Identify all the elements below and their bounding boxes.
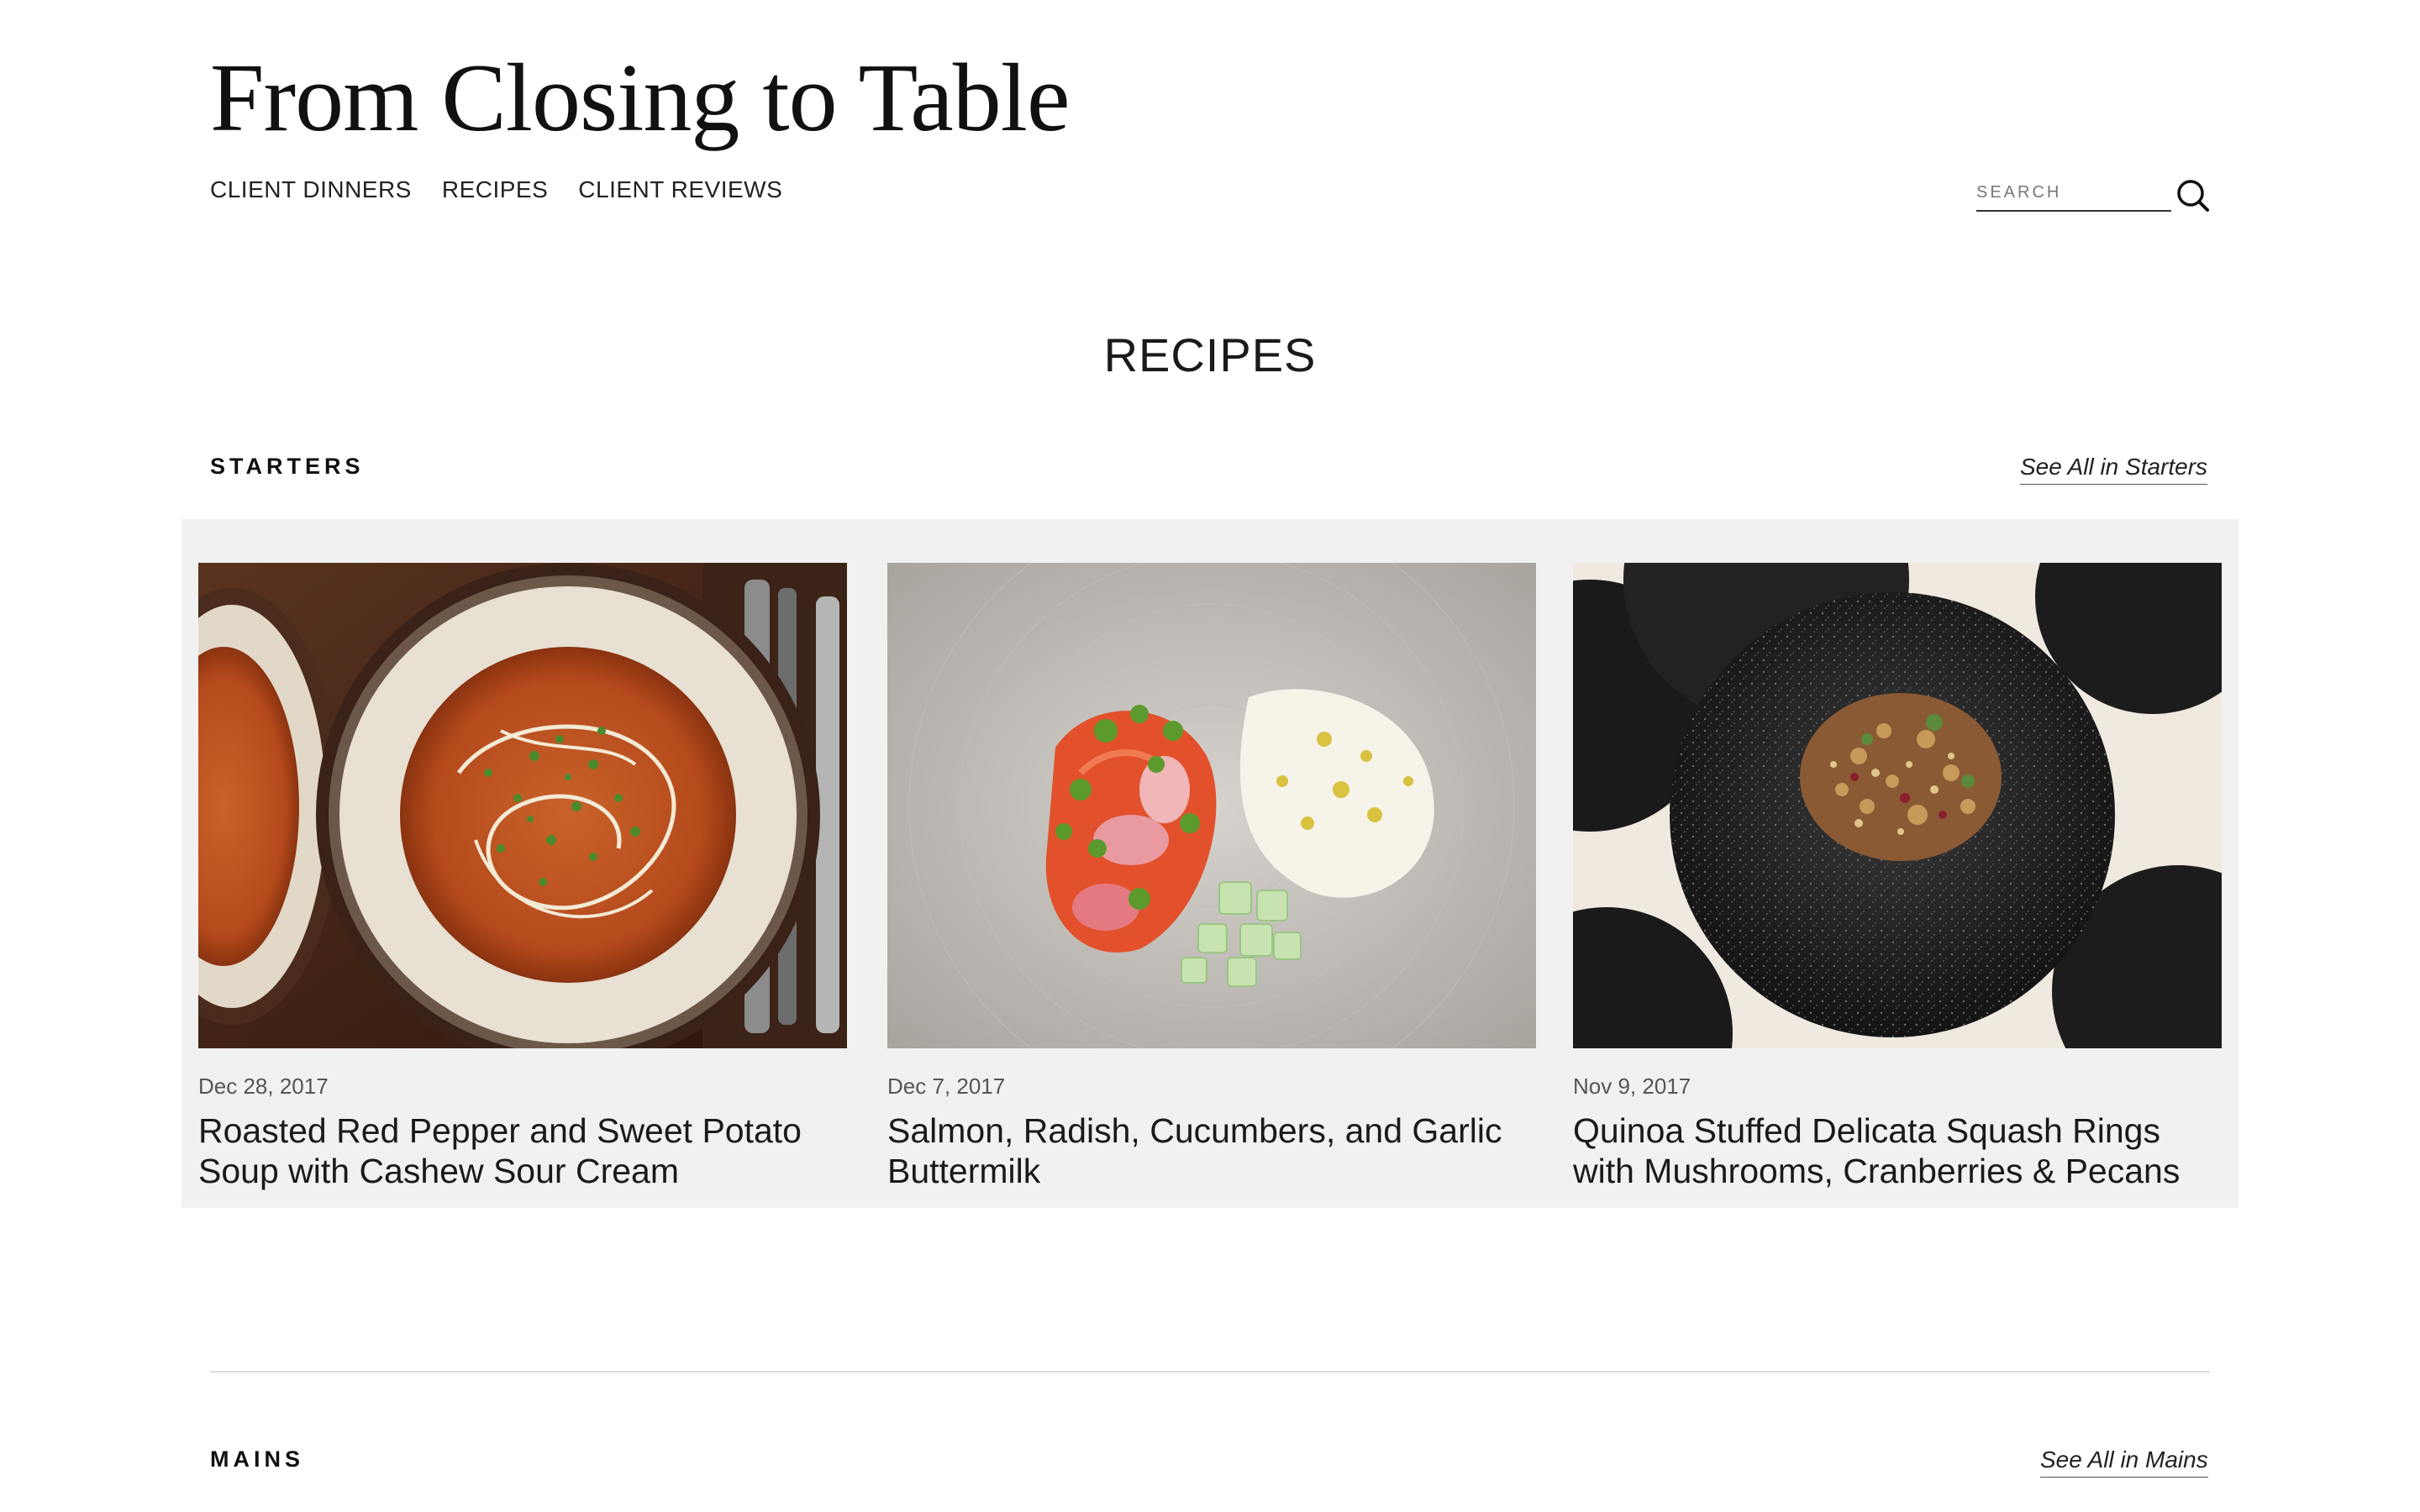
nav-item-client-reviews[interactable]: CLIENT REVIEWS	[578, 176, 782, 203]
recipe-card[interactable]: Dec 28, 2017 Roasted Red Pepper and Swee…	[198, 563, 847, 1191]
section-label-starters: STARTERS	[210, 454, 365, 479]
search-input[interactable]	[1976, 175, 2171, 212]
recipe-title[interactable]: Salmon, Radish, Cucumbers, and Garlic Bu…	[887, 1110, 1536, 1191]
recipes-page: From Closing to Table CLIENT DINNERS REC…	[0, 0, 2420, 1512]
nav-item-recipes[interactable]: RECIPES	[442, 176, 548, 203]
recipe-card[interactable]: Dec 7, 2017 Salmon, Radish, Cucumbers, a…	[887, 563, 1536, 1191]
recipe-image-soup[interactable]	[198, 563, 847, 1048]
page-title: RECIPES	[1103, 328, 1317, 381]
search-icon[interactable]	[2175, 178, 2212, 215]
recipe-image-quinoa[interactable]	[1573, 563, 2222, 1048]
nav-item-client-dinners[interactable]: CLIENT DINNERS	[210, 176, 412, 203]
site-title[interactable]: From Closing to Table	[210, 40, 1070, 157]
recipe-date: Dec 7, 2017	[887, 1074, 1006, 1099]
recipe-image-salmon[interactable]	[887, 563, 1536, 1048]
see-all-mains-link[interactable]: See All in Mains	[2040, 1446, 2208, 1478]
search-bar	[1976, 175, 2212, 212]
recipe-date: Nov 9, 2017	[1573, 1074, 1691, 1099]
recipe-date: Dec 28, 2017	[198, 1074, 329, 1099]
starters-panel: Dec 28, 2017 Roasted Red Pepper and Swee…	[182, 519, 2238, 1208]
recipe-card[interactable]: Nov 9, 2017 Quinoa Stuffed Delicata Squa…	[1573, 563, 2222, 1191]
recipe-title[interactable]: Quinoa Stuffed Delicata Squash Rings wit…	[1573, 1110, 2222, 1191]
see-all-starters-link[interactable]: See All in Starters	[2020, 454, 2208, 485]
section-label-mains: MAINS	[210, 1446, 304, 1472]
recipe-title[interactable]: Roasted Red Pepper and Sweet Potato Soup…	[198, 1110, 847, 1191]
section-divider	[210, 1371, 2210, 1373]
main-nav: CLIENT DINNERS RECIPES CLIENT REVIEWS	[210, 176, 782, 203]
